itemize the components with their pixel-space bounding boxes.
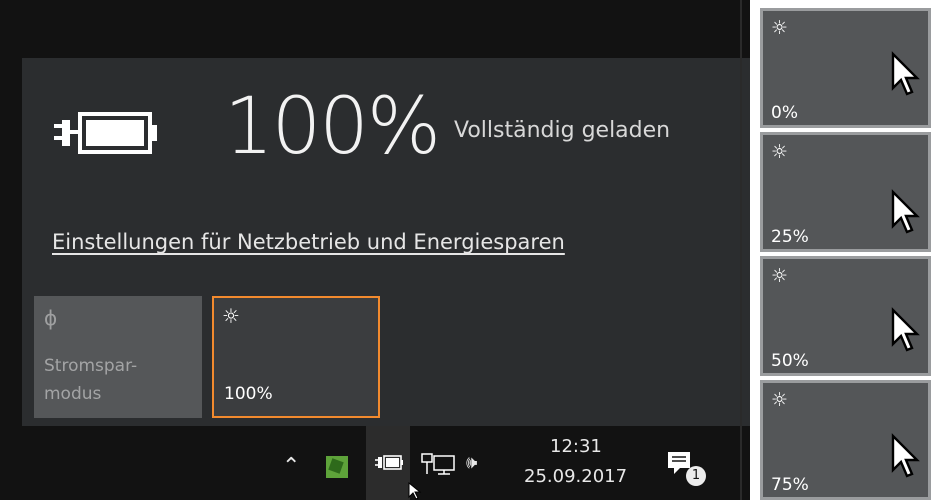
power-plug-battery-icon xyxy=(54,112,157,154)
separator xyxy=(740,0,742,500)
battery-percentage: 100% xyxy=(224,82,441,172)
volume-icon[interactable]: 🕪︎ xyxy=(466,452,477,473)
notification-badge: 1 xyxy=(686,466,706,486)
brightness-level-label: 50% xyxy=(771,351,809,371)
sun-icon: ☼ xyxy=(771,17,789,39)
sun-icon: ☼ xyxy=(771,389,789,411)
battery-saver-label: Stromspar- modus xyxy=(44,356,138,404)
brightness-level-label: 75% xyxy=(771,475,809,495)
app-tray-icon[interactable] xyxy=(326,456,348,478)
brightness-tile-25[interactable]: ☼ 25% xyxy=(760,132,931,252)
power-settings-link[interactable]: Einstellungen für Netzbetrieb und Energi… xyxy=(52,230,565,254)
battery-status-text: Vollständig geladen xyxy=(454,118,671,143)
mouse-cursor-icon xyxy=(891,51,920,96)
sun-icon: ☼ xyxy=(771,265,789,287)
action-center-button[interactable]: 1 xyxy=(666,450,706,490)
battery-flyout: 100% Vollständig geladen Einstellungen f… xyxy=(22,58,750,426)
mouse-cursor-icon xyxy=(891,307,920,352)
brightness-tile[interactable]: ☼ 100% xyxy=(212,296,380,418)
mouse-cursor-icon xyxy=(891,189,920,234)
taskbar: ⌃ 🕪︎ 12:31 25.09.2017 1 xyxy=(0,426,750,500)
sun-icon: ☼ xyxy=(222,304,240,328)
power-plug-battery-icon[interactable] xyxy=(374,454,404,472)
brightness-states-panel: ☼ 0% ☼ 25% ☼ 50% ☼ 75% xyxy=(760,0,931,500)
screenshot-main: 100% Vollständig geladen Einstellungen f… xyxy=(0,0,750,500)
brightness-tile-0[interactable]: ☼ 0% xyxy=(760,8,931,128)
brightness-label: 100% xyxy=(224,384,273,404)
mouse-cursor-icon xyxy=(891,433,920,478)
clock-date[interactable]: 25.09.2017 xyxy=(524,466,627,487)
network-icon[interactable] xyxy=(420,452,458,476)
brightness-level-label: 25% xyxy=(771,227,809,247)
battery-saver-tile[interactable]: ϕ Stromspar- modus xyxy=(34,296,202,418)
mouse-cursor-icon xyxy=(408,482,422,500)
sun-icon: ☼ xyxy=(771,141,789,163)
brightness-tile-75[interactable]: ☼ 75% xyxy=(760,380,931,500)
brightness-level-label: 0% xyxy=(771,103,798,123)
battery-status-row: 100% Vollständig geladen xyxy=(50,82,740,188)
clock-time[interactable]: 12:31 xyxy=(550,436,602,457)
chevron-up-icon[interactable]: ⌃ xyxy=(282,454,300,479)
brightness-tile-50[interactable]: ☼ 50% xyxy=(760,256,931,376)
leaf-icon: ϕ xyxy=(44,306,58,330)
